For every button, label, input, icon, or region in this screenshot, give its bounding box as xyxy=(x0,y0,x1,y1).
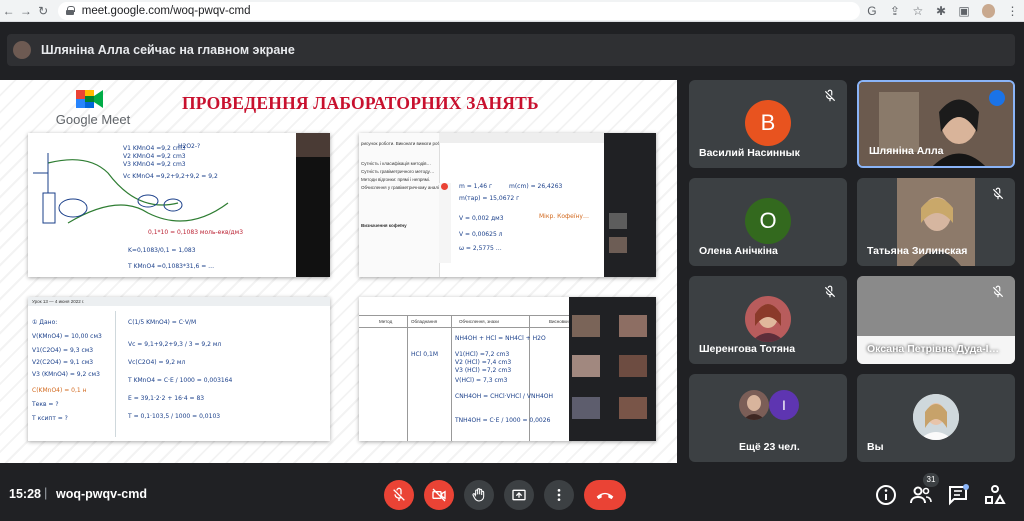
participant-tile-more[interactable]: I Ещё 23 чел. xyxy=(689,374,847,462)
logo-text: Google Meet xyxy=(55,112,131,127)
participant-avatar xyxy=(745,296,791,342)
participant-tile-6[interactable]: Оксана Петрівна Дуда-І… xyxy=(857,276,1015,364)
participant-tile-2[interactable]: Шляніна Алла xyxy=(857,80,1015,168)
address-bar[interactable]: meet.google.com/woq-pwqv-cmd xyxy=(57,1,861,20)
url-text: meet.google.com/woq-pwqv-cmd xyxy=(81,4,251,17)
google-lens-icon[interactable]: G xyxy=(860,4,883,18)
side-panel-icon[interactable]: ▣ xyxy=(952,4,975,18)
participant-name: Оксана Петрівна Дуда-І… xyxy=(867,343,1000,355)
participant-count-badge: 31 xyxy=(923,473,939,487)
call-end-icon xyxy=(596,492,614,500)
bookmark-star-icon[interactable]: ☆ xyxy=(906,4,929,18)
participant-tile-1[interactable]: В Василий Насиннык xyxy=(689,80,847,168)
participant-avatar xyxy=(739,390,769,420)
activities-icon[interactable] xyxy=(983,483,1007,507)
meeting-time: 15:28 xyxy=(9,487,41,501)
presenting-banner: Шляніна Алла сейчас на главном экране xyxy=(7,34,1015,66)
videocam-off-icon xyxy=(432,488,446,502)
raise-hand-button[interactable] xyxy=(464,480,494,510)
meeting-code: woq-pwqv-cmd xyxy=(56,487,147,501)
slide-screenshot-4: Метод Обладнання Обчислення, знахи Висно… xyxy=(359,297,656,441)
presentation-stage: Google Meet ПРОВЕДЕННЯ ЛАБОРАТОРНИХ ЗАНЯ… xyxy=(0,80,677,463)
participant-tile-5[interactable]: Шеренгова Тотяна xyxy=(689,276,847,364)
mic-off-icon xyxy=(824,89,836,102)
meeting-controls-bar: 15:28 | woq-pwqv-cmd xyxy=(0,471,1024,521)
present-now-button[interactable] xyxy=(504,480,534,510)
presenting-text: Шляніна Алла сейчас на главном экране xyxy=(41,43,295,57)
participant-name: Василий Насиннык xyxy=(699,147,800,159)
participant-avatar xyxy=(913,394,959,440)
avatar-initial: I xyxy=(769,390,799,420)
toggle-camera-button[interactable] xyxy=(424,480,454,510)
avatar-initial: О xyxy=(745,198,791,244)
info-icon[interactable] xyxy=(874,483,898,507)
profile-avatar[interactable] xyxy=(981,3,995,18)
back-icon[interactable]: ← xyxy=(0,4,17,18)
participant-tile-4[interactable]: Татьяна Зилинская xyxy=(857,178,1015,266)
presenter-avatar xyxy=(13,41,31,59)
browser-toolbar: ← → ↻ meet.google.com/woq-pwqv-cmd G ⇪ ☆… xyxy=(0,0,1024,22)
forward-icon[interactable]: → xyxy=(17,4,34,18)
lock-icon xyxy=(65,6,75,15)
toggle-mic-button[interactable] xyxy=(384,480,414,510)
meet-camera-icon xyxy=(76,90,103,108)
present-icon xyxy=(512,489,526,501)
mic-off-icon xyxy=(393,487,405,501)
raise-hand-icon xyxy=(472,488,485,502)
more-vert-icon xyxy=(557,489,561,501)
participant-name: Шляніна Алла xyxy=(869,145,944,157)
slide-screenshot-1: V1 KMnO4 =9,2 cm3 V2 KMnO4 =9,2 cm3 V3 K… xyxy=(28,133,330,277)
slide-screenshot-2: рисунок роботи. Виконати вимоги роботи С… xyxy=(359,133,656,277)
slide-screenshot-3: Урок 13 — 4 июня 2022 г. ① Дано: V(KMnO4… xyxy=(28,297,330,441)
mic-off-icon xyxy=(992,187,1004,200)
participant-tile-self[interactable]: Вы xyxy=(857,374,1015,462)
mic-off-icon xyxy=(992,285,1004,298)
more-options-button[interactable] xyxy=(544,480,574,510)
participant-tile-3[interactable]: О Олена Анічкіна xyxy=(689,178,847,266)
speaking-indicator-icon xyxy=(989,90,1005,106)
reload-icon[interactable]: ↻ xyxy=(35,4,52,18)
more-participants-label: Ещё 23 чел. xyxy=(739,441,800,453)
menu-icon[interactable]: ⋮ xyxy=(1001,4,1024,18)
participant-name: Татьяна Зилинская xyxy=(867,245,968,257)
slide-title: ПРОВЕДЕННЯ ЛАБОРАТОРНИХ ЗАНЯТЬ xyxy=(182,93,539,113)
participant-name: Олена Анічкіна xyxy=(699,245,778,257)
google-meet-logo: Google Meet xyxy=(48,88,138,130)
participant-name: Вы xyxy=(867,441,884,453)
participant-name: Шеренгова Тотяна xyxy=(699,343,796,355)
extensions-icon[interactable]: ✱ xyxy=(929,4,952,18)
avatar-initial: В xyxy=(745,100,791,146)
mic-off-icon xyxy=(824,285,836,298)
chat-notification-dot xyxy=(963,484,969,490)
share-icon[interactable]: ⇪ xyxy=(883,4,906,18)
leave-call-button[interactable] xyxy=(584,480,626,510)
separator: | xyxy=(44,485,48,500)
